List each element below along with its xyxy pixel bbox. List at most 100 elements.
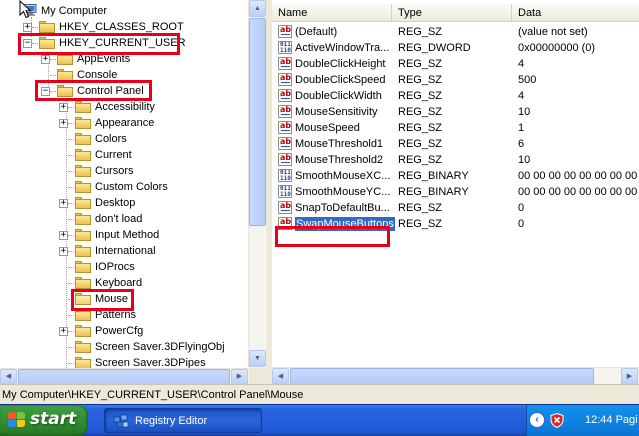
- tree-node-label: Input Method: [95, 229, 160, 241]
- folder-icon: [39, 21, 55, 33]
- scroll-down-arrow-icon[interactable]: ▼: [249, 350, 266, 367]
- value-name: DoubleClickWidth: [295, 90, 382, 102]
- tree-horizontal-scroll-thumb[interactable]: [18, 369, 230, 384]
- taskbar-item-label: Registry Editor: [135, 415, 208, 427]
- expand-plus-icon[interactable]: +: [41, 55, 50, 64]
- list-row[interactable]: ab DoubleClickSpeed REG_SZ 500: [272, 72, 639, 88]
- mouse-pointer-icon: [19, 0, 32, 19]
- tree-node-powercfg[interactable]: + PowerCfg: [0, 323, 248, 339]
- tree-node-hkey-current-user[interactable]: − HKEY_CURRENT_USER: [0, 35, 248, 51]
- scroll-right-arrow-icon[interactable]: ▶: [231, 369, 248, 384]
- folder-icon: [75, 117, 91, 129]
- tree-node-label: Control Panel: [77, 85, 144, 97]
- tree-node-label: Patterns: [95, 309, 136, 321]
- list-header: Name Type Data: [272, 4, 639, 22]
- scroll-right-arrow-icon[interactable]: ▶: [621, 368, 638, 384]
- tree-node-hkey-classes-root[interactable]: + HKEY_CLASSES_ROOT: [0, 19, 248, 35]
- column-header-data[interactable]: Data: [512, 4, 639, 22]
- expand-plus-icon[interactable]: +: [59, 199, 68, 208]
- collapse-minus-icon[interactable]: −: [41, 87, 50, 96]
- value-name: SmoothMouseYC...: [295, 186, 391, 198]
- tree-node-patterns[interactable]: Patterns: [0, 307, 248, 323]
- scroll-left-arrow-icon[interactable]: ◀: [272, 368, 289, 384]
- tree-node-input-method[interactable]: + Input Method: [0, 227, 248, 243]
- collapse-minus-icon[interactable]: −: [23, 39, 32, 48]
- list-horizontal-scroll-thumb[interactable]: [290, 368, 594, 384]
- tree-node-label: Accessibility: [95, 101, 155, 113]
- tree-node-label: Colors: [95, 133, 127, 145]
- value-name: MouseSensitivity: [295, 106, 378, 118]
- registry-tree[interactable]: My Computer + HKEY_CLASSES_ROOT − HKEY_CURR…: [0, 0, 266, 384]
- expand-plus-icon[interactable]: +: [59, 231, 68, 240]
- folder-icon: [75, 165, 91, 177]
- value-data: 0: [518, 218, 525, 230]
- expand-plus-icon[interactable]: +: [23, 23, 32, 32]
- taskbar: start Registry Editor ‹ 12:44 Pagi: [0, 404, 639, 436]
- value-name: MouseSpeed: [295, 122, 360, 134]
- folder-icon: [75, 277, 91, 289]
- taskbar-item-registry-editor[interactable]: Registry Editor: [104, 408, 262, 433]
- scrollbar-corner: [249, 368, 266, 384]
- tree-node-keyboard[interactable]: Keyboard: [0, 275, 248, 291]
- expand-plus-icon[interactable]: +: [59, 119, 68, 128]
- folder-icon: [75, 229, 91, 241]
- tree-node-appearance[interactable]: + Appearance: [0, 115, 248, 131]
- registry-values-list[interactable]: Name Type Data ab (Default) REG_SZ (value n…: [272, 0, 639, 384]
- expand-plus-icon[interactable]: +: [59, 103, 68, 112]
- folder-icon: [75, 197, 91, 209]
- string-value-icon: ab: [278, 217, 292, 230]
- tree-node-label: Console: [77, 69, 118, 81]
- list-row[interactable]: ab MouseThreshold2 REG_SZ 10: [272, 152, 639, 168]
- list-row[interactable]: ab DoubleClickHeight REG_SZ 4: [272, 56, 639, 72]
- binary-value-icon: 011 110: [278, 185, 292, 198]
- tree-node-ioprocs[interactable]: IOProcs: [0, 259, 248, 275]
- list-row[interactable]: ab MouseSpeed REG_SZ 1: [272, 120, 639, 136]
- tree-horizontal-scrollbar[interactable]: ◀ ▶: [0, 368, 249, 384]
- list-row[interactable]: 011 110 ActiveWindowTra... REG_DWORD 0x00000…: [272, 40, 639, 56]
- list-row[interactable]: ab MouseSensitivity REG_SZ 10: [272, 104, 639, 120]
- value-type: REG_SZ: [398, 58, 443, 70]
- security-shield-icon[interactable]: [550, 413, 564, 428]
- value-data: 6: [518, 138, 525, 150]
- tree-node-colors[interactable]: Colors: [0, 131, 248, 147]
- tree-node-current[interactable]: Current: [0, 147, 248, 163]
- list-row[interactable]: ab (Default) REG_SZ (value not set): [272, 24, 639, 40]
- value-type: REG_SZ: [398, 154, 443, 166]
- list-row[interactable]: ab DoubleClickWidth REG_SZ 4: [272, 88, 639, 104]
- tree-root-my-computer[interactable]: My Computer: [0, 3, 248, 19]
- folder-icon: [75, 341, 91, 353]
- column-header-name[interactable]: Name: [272, 4, 392, 22]
- tree-vertical-scrollbar[interactable]: ▲ ▼: [248, 0, 266, 368]
- tree-node-don-t-load[interactable]: don't load: [0, 211, 248, 227]
- list-horizontal-scrollbar[interactable]: ◀ ▶: [272, 367, 639, 384]
- tree-node-screen-saver-3dflyingobj[interactable]: Screen Saver.3DFlyingObj: [0, 339, 248, 355]
- list-row[interactable]: ab SwapMouseButtons REG_SZ 0: [272, 216, 639, 232]
- tree-node-desktop[interactable]: + Desktop: [0, 195, 248, 211]
- scroll-up-arrow-icon[interactable]: ▲: [249, 0, 266, 17]
- start-button[interactable]: start: [0, 405, 88, 436]
- tree-node-international[interactable]: + International: [0, 243, 248, 259]
- folder-icon: [75, 213, 91, 225]
- value-data: 4: [518, 58, 525, 70]
- list-row[interactable]: 011 110 SmoothMouseXC... REG_BINARY 00 00 00…: [272, 168, 639, 184]
- scroll-left-arrow-icon[interactable]: ◀: [0, 369, 17, 384]
- list-row[interactable]: ab MouseThreshold1 REG_SZ 6: [272, 136, 639, 152]
- list-row[interactable]: ab SnapToDefaultBu... REG_SZ 0: [272, 200, 639, 216]
- show-hidden-icons-chevron-icon[interactable]: ‹: [529, 412, 545, 428]
- tree-node-accessibility[interactable]: + Accessibility: [0, 99, 248, 115]
- tree-vertical-scroll-thumb[interactable]: [249, 18, 266, 226]
- tree-node-appevents[interactable]: + AppEvents: [0, 51, 248, 67]
- tree-node-label: International: [95, 245, 156, 257]
- tree-node-cursors[interactable]: Cursors: [0, 163, 248, 179]
- value-type: REG_BINARY: [398, 170, 469, 182]
- expand-plus-icon[interactable]: +: [59, 247, 68, 256]
- value-name: SmoothMouseXC...: [295, 170, 391, 182]
- string-value-icon: ab: [278, 121, 292, 134]
- column-header-type[interactable]: Type: [392, 4, 512, 22]
- expand-plus-icon[interactable]: +: [59, 327, 68, 336]
- tree-node-mouse[interactable]: Mouse: [0, 291, 248, 307]
- tree-node-custom-colors[interactable]: Custom Colors: [0, 179, 248, 195]
- list-row[interactable]: 011 110 SmoothMouseYC... REG_BINARY 00 00 00…: [272, 184, 639, 200]
- tree-node-console[interactable]: Console: [0, 67, 248, 83]
- tree-node-control-panel[interactable]: − Control Panel: [0, 83, 248, 99]
